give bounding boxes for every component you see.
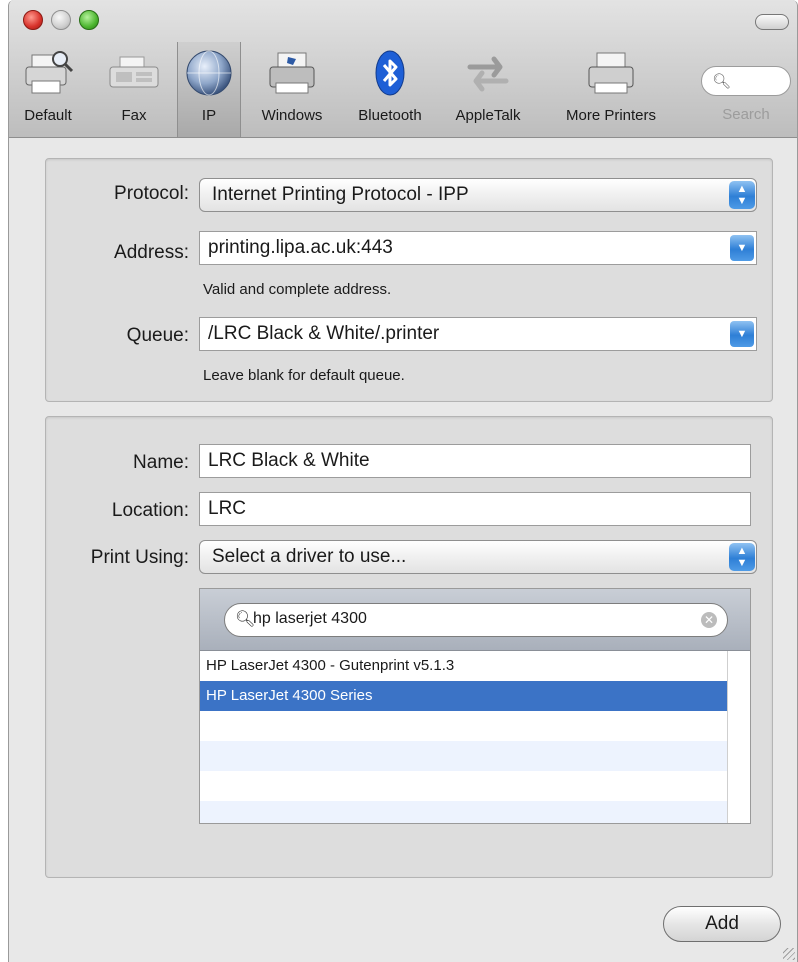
toolbar-item-ip[interactable]: IP — [177, 42, 241, 137]
queue-value: /LRC Black & White/.printer — [208, 323, 440, 344]
list-item[interactable]: HP LaserJet 4300 - Gutenprint v5.1.3 — [200, 651, 728, 681]
queue-label: Queue: — [126, 325, 189, 346]
driver-chooser: 🔍︎ hp laserjet 4300 ✕ HP LaserJet 4300 -… — [199, 588, 751, 824]
address-value: printing.lipa.ac.uk:443 — [208, 237, 393, 258]
toolbar-label-default: Default — [24, 107, 72, 124]
toolbar-search-label: Search — [722, 106, 770, 123]
default-printer-icon — [25, 51, 74, 94]
search-icon: 🔍︎ — [712, 73, 732, 90]
toolbar-search-field[interactable]: 🔍︎ — [701, 66, 791, 96]
driver-name: HP LaserJet 4300 - Gutenprint v5.1.3 — [206, 657, 455, 674]
toolbar-item-default[interactable]: Default — [9, 45, 87, 135]
toolbar-item-fax[interactable]: Fax — [97, 45, 171, 135]
ip-globe-icon — [186, 50, 232, 96]
driver-search-input[interactable]: 🔍︎ hp laserjet 4300 ✕ — [224, 603, 728, 637]
name-value: LRC Black & White — [208, 450, 370, 471]
add-button[interactable]: Add — [663, 906, 781, 942]
popup-stepper-icon: ▲ ▼ — [729, 543, 755, 571]
driver-search-value: hp laserjet 4300 — [253, 610, 367, 627]
print-using-label: Print Using: — [90, 547, 189, 568]
windows-printer-icon — [269, 52, 315, 94]
print-using-popup[interactable]: Select a driver to use... ▲ ▼ — [199, 540, 757, 574]
clear-search-icon[interactable]: ✕ — [701, 612, 717, 628]
protocol-popup[interactable]: Internet Printing Protocol - IPP ▲ ▼ — [199, 178, 757, 212]
driver-name: HP LaserJet 4300 Series — [206, 687, 373, 704]
toolbar-item-more-printers[interactable]: More Printers — [541, 45, 681, 135]
toolbar-toggle-button[interactable] — [755, 14, 789, 30]
toolbar-label-more-printers: More Printers — [565, 107, 657, 124]
address-combo[interactable]: printing.lipa.ac.uk:443 ▼ — [199, 231, 757, 265]
location-field[interactable]: LRC — [199, 492, 751, 526]
driver-list-scrollbar[interactable] — [727, 651, 750, 823]
list-item-empty — [200, 771, 728, 801]
print-using-value: Select a driver to use... — [212, 546, 407, 567]
list-item-empty — [200, 741, 728, 771]
toolbar-item-windows[interactable]: Windows — [245, 45, 339, 135]
protocol-label: Protocol: — [114, 183, 189, 204]
resize-grip[interactable] — [783, 948, 795, 960]
popup-stepper-icon: ▲ ▼ — [729, 181, 755, 209]
chevron-down-icon[interactable]: ▼ — [730, 321, 754, 347]
protocol-value: Internet Printing Protocol - IPP — [212, 184, 469, 205]
location-value: LRC — [208, 498, 247, 519]
location-label: Location: — [111, 500, 189, 521]
fax-icon — [109, 56, 159, 88]
chevron-down-icon[interactable]: ▼ — [730, 235, 754, 261]
toolbar-search-label-wrap: Search — [699, 100, 793, 130]
driver-list: HP LaserJet 4300 - Gutenprint v5.1.3 HP … — [200, 651, 728, 823]
name-label: Name: — [133, 452, 189, 473]
zoom-window-button[interactable] — [79, 10, 99, 30]
close-window-button[interactable] — [23, 10, 43, 30]
address-hint: Valid and complete address. — [203, 281, 392, 298]
toolbar-item-bluetooth[interactable]: Bluetooth — [343, 45, 437, 135]
more-printers-icon — [588, 52, 634, 94]
toolbar: Default Fax IP Windows Bluetooth AppleTa… — [9, 0, 797, 138]
toolbar-label-fax: Fax — [121, 107, 147, 124]
address-label: Address: — [114, 242, 189, 263]
list-item-empty — [200, 801, 728, 823]
add-button-label: Add — [705, 913, 739, 934]
queue-hint: Leave blank for default queue. — [203, 367, 405, 384]
list-item-selected[interactable]: HP LaserJet 4300 Series — [200, 681, 728, 711]
toolbar-label-appletalk: AppleTalk — [455, 107, 521, 124]
list-item-empty — [200, 711, 728, 741]
name-field[interactable]: LRC Black & White — [199, 444, 751, 478]
appletalk-icon — [467, 56, 509, 92]
toolbar-label-windows: Windows — [261, 107, 323, 124]
bluetooth-icon — [375, 50, 405, 96]
toolbar-label-bluetooth: Bluetooth — [358, 107, 422, 124]
queue-combo[interactable]: /LRC Black & White/.printer ▼ — [199, 317, 757, 351]
toolbar-item-appletalk[interactable]: AppleTalk — [437, 45, 539, 135]
toolbar-label-ip: IP — [201, 107, 217, 124]
add-printer-window: Default Fax IP Windows Bluetooth AppleTa… — [8, 0, 798, 962]
driver-filter-bar: 🔍︎ hp laserjet 4300 ✕ — [200, 589, 750, 651]
search-icon: 🔍︎ — [235, 611, 256, 628]
minimize-window-button[interactable] — [51, 10, 71, 30]
